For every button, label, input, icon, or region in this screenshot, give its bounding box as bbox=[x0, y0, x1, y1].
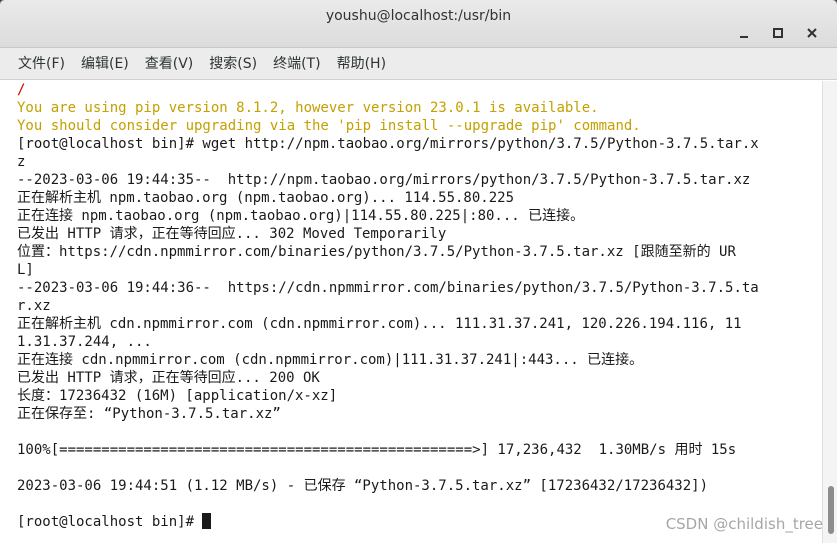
terminal-line: 已发出 HTTP 请求，正在等待回应... 302 Moved Temporar… bbox=[17, 226, 447, 242]
terminal-line: 100%[===================================… bbox=[17, 442, 737, 458]
maximize-icon bbox=[773, 28, 783, 38]
terminal-line: 2023-03-06 19:44:51 (1.12 MB/s) - 已保存 “P… bbox=[17, 478, 709, 494]
watermark: CSDN @childish_tree bbox=[665, 515, 823, 533]
terminal-line: z bbox=[17, 154, 26, 170]
maximize-button[interactable] bbox=[765, 22, 791, 44]
menu-view[interactable]: 查看(V) bbox=[145, 48, 194, 80]
terminal-window: youshu@localhost:/usr/bin 文件(F) 编辑(E) 查看… bbox=[0, 0, 837, 543]
terminal-lines: / You are using pip version 8.1.2, howeve… bbox=[17, 81, 817, 531]
scrollbar-thumb[interactable] bbox=[828, 486, 834, 534]
vertical-scrollbar[interactable] bbox=[822, 81, 837, 543]
terminal-line: You should consider upgrading via the 'p… bbox=[17, 118, 641, 134]
title-bar: youshu@localhost:/usr/bin bbox=[0, 0, 837, 48]
menu-help[interactable]: 帮助(H) bbox=[337, 48, 386, 80]
terminal-cursor bbox=[202, 513, 212, 529]
terminal-line: You are using pip version 8.1.2, however… bbox=[17, 100, 599, 116]
minimize-icon bbox=[740, 36, 748, 38]
menu-search[interactable]: 搜索(S) bbox=[209, 48, 257, 80]
menu-file[interactable]: 文件(F) bbox=[18, 48, 65, 80]
terminal-line: --2023-03-06 19:44:36-- https://cdn.npmm… bbox=[17, 280, 759, 296]
terminal-output[interactable]: / You are using pip version 8.1.2, howeve… bbox=[0, 81, 823, 543]
terminal-line: r.xz bbox=[17, 298, 51, 314]
terminal-line: 正在解析主机 cdn.npmmirror.com (cdn.npmmirror.… bbox=[17, 316, 742, 332]
menu-bar: 文件(F) 编辑(E) 查看(V) 搜索(S) 终端(T) 帮助(H) bbox=[0, 48, 837, 80]
window-title: youshu@localhost:/usr/bin bbox=[325, 8, 512, 24]
menu-edit[interactable]: 编辑(E) bbox=[81, 48, 129, 80]
terminal-line: L] bbox=[17, 262, 34, 278]
menu-terminal[interactable]: 终端(T) bbox=[273, 48, 320, 80]
terminal-line: 正在连接 cdn.npmmirror.com (cdn.npmmirror.co… bbox=[17, 352, 644, 368]
terminal-line: 1.31.37.244, ... bbox=[17, 334, 152, 350]
terminal-line: [root@localhost bin]# wget http://npm.ta… bbox=[17, 136, 759, 152]
window-controls bbox=[731, 22, 825, 44]
minimize-button[interactable] bbox=[731, 22, 757, 44]
terminal-line: / bbox=[17, 82, 26, 98]
terminal-line: 正在解析主机 npm.taobao.org (npm.taobao.org)..… bbox=[17, 190, 515, 206]
terminal-line: 长度：17236432 (16M) [application/x-xz] bbox=[17, 388, 338, 404]
terminal-line: 正在保存至: “Python-3.7.5.tar.xz” bbox=[17, 406, 281, 422]
close-button[interactable] bbox=[799, 22, 825, 44]
terminal-line: 位置：https://cdn.npmmirror.com/binaries/py… bbox=[17, 244, 736, 260]
terminal-line: --2023-03-06 19:44:35-- http://npm.taoba… bbox=[17, 172, 751, 188]
close-icon bbox=[807, 28, 817, 38]
terminal-line: 正在连接 npm.taobao.org (npm.taobao.org)|114… bbox=[17, 208, 585, 224]
terminal-line: 已发出 HTTP 请求，正在等待回应... 200 OK bbox=[17, 370, 320, 386]
